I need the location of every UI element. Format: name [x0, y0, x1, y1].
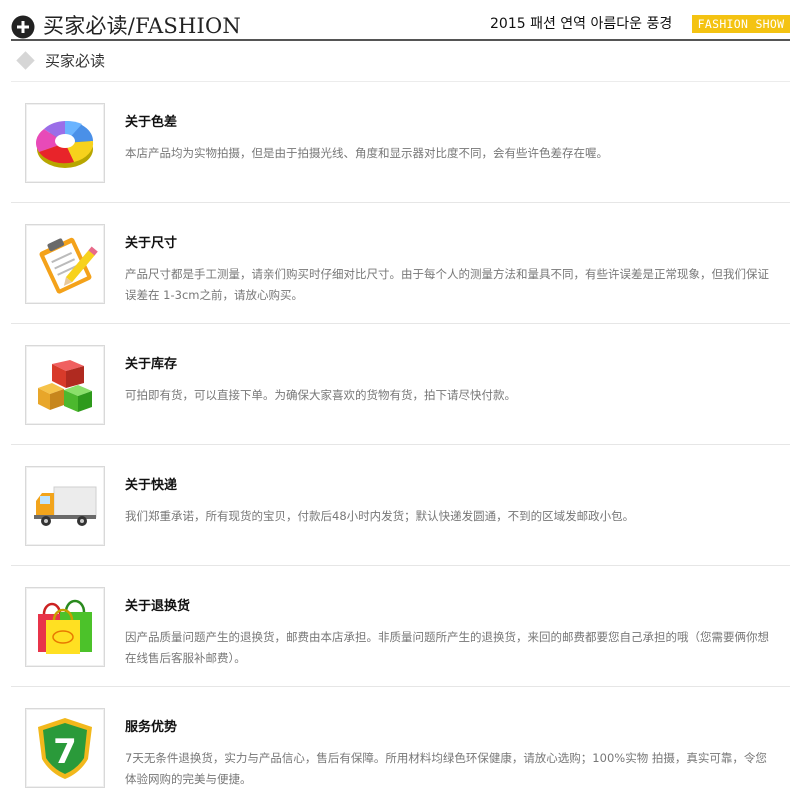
seven-day-shield-icon: 7 — [38, 718, 92, 779]
stock-boxes-icon — [38, 360, 92, 412]
section-title: 买家必读 — [45, 52, 106, 70]
shield-number: 7 — [53, 732, 77, 772]
clipboard-pencil-icon — [39, 237, 98, 294]
fashion-show-badge: FASHION SHOW — [692, 15, 790, 33]
plus-circle-icon — [11, 15, 35, 39]
item-title: 关于快递 — [125, 478, 178, 493]
list-item: 关于库存 可拍即有货，可以直接下单。为确保大家喜欢的货物有货，拍下请尽快付款。 — [11, 324, 790, 445]
list-item: 关于色差 本店产品均为实物拍摄，但是由于拍摄光线、角度和显示器对比度不同，会有些… — [11, 82, 790, 203]
item-description: 因产品质量问题产生的退换货，邮费由本店承担。非质量问题所产生的退换货，来回的邮费… — [125, 630, 769, 665]
delivery-truck-icon — [34, 486, 97, 526]
item-icon-frame — [25, 587, 105, 667]
item-title: 关于库存 — [125, 357, 178, 372]
list-item: 7 服务优势 7天无条件退换货，实力与产品信心，售后有保障。所用材料均绿色环保健… — [11, 687, 790, 808]
page-title: 买家必读/FASHION — [43, 14, 241, 38]
item-title: 服务优势 — [125, 720, 178, 735]
diamond-icon — [16, 51, 35, 70]
page-header: 买家必读/FASHION 2015 패션 연역 아름다운 풍경 FASHION … — [0, 0, 790, 41]
item-icon-frame: 7 — [25, 708, 105, 788]
color-wheel-icon — [36, 120, 94, 168]
item-description: 产品尺寸都是手工测量，请亲们购买时仔细对比尺寸。由于每个人的测量方法和量具不同，… — [125, 267, 769, 302]
list-item: 关于快递 我们郑重承诺，所有现货的宝贝，付款后48小时内发货；默认快递发圆通，不… — [11, 445, 790, 566]
section-heading: 买家必读 — [11, 47, 790, 82]
item-description: 我们郑重承诺，所有现货的宝贝，付款后48小时内发货；默认快递发圆通，不到的区域发… — [125, 509, 635, 523]
item-title: 关于色差 — [125, 115, 178, 130]
item-title: 关于尺寸 — [125, 236, 178, 251]
item-description: 7天无条件退换货，实力与产品信心，售后有保障。所用材料均绿色环保健康，请放心选购… — [125, 751, 767, 786]
header-divider — [11, 39, 790, 41]
list-item: 关于尺寸 产品尺寸都是手工测量，请亲们购买时仔细对比尺寸。由于每个人的测量方法和… — [11, 203, 790, 324]
header-tagline: 2015 패션 연역 아름다운 풍경 — [490, 16, 673, 32]
item-icon-frame — [25, 345, 105, 425]
item-icon-frame — [25, 466, 105, 546]
item-icon-frame — [25, 224, 105, 304]
item-title: 关于退换货 — [125, 599, 191, 614]
item-description: 可拍即有货，可以直接下单。为确保大家喜欢的货物有货，拍下请尽快付款。 — [125, 388, 516, 402]
list-item: 关于退换货 因产品质量问题产生的退换货，邮费由本店承担。非质量问题所产生的退换货… — [11, 566, 790, 687]
item-description: 本店产品均为实物拍摄，但是由于拍摄光线、角度和显示器对比度不同，会有些许色差存在… — [125, 146, 608, 160]
item-icon-frame — [25, 103, 105, 183]
shopping-bags-icon — [38, 599, 92, 654]
